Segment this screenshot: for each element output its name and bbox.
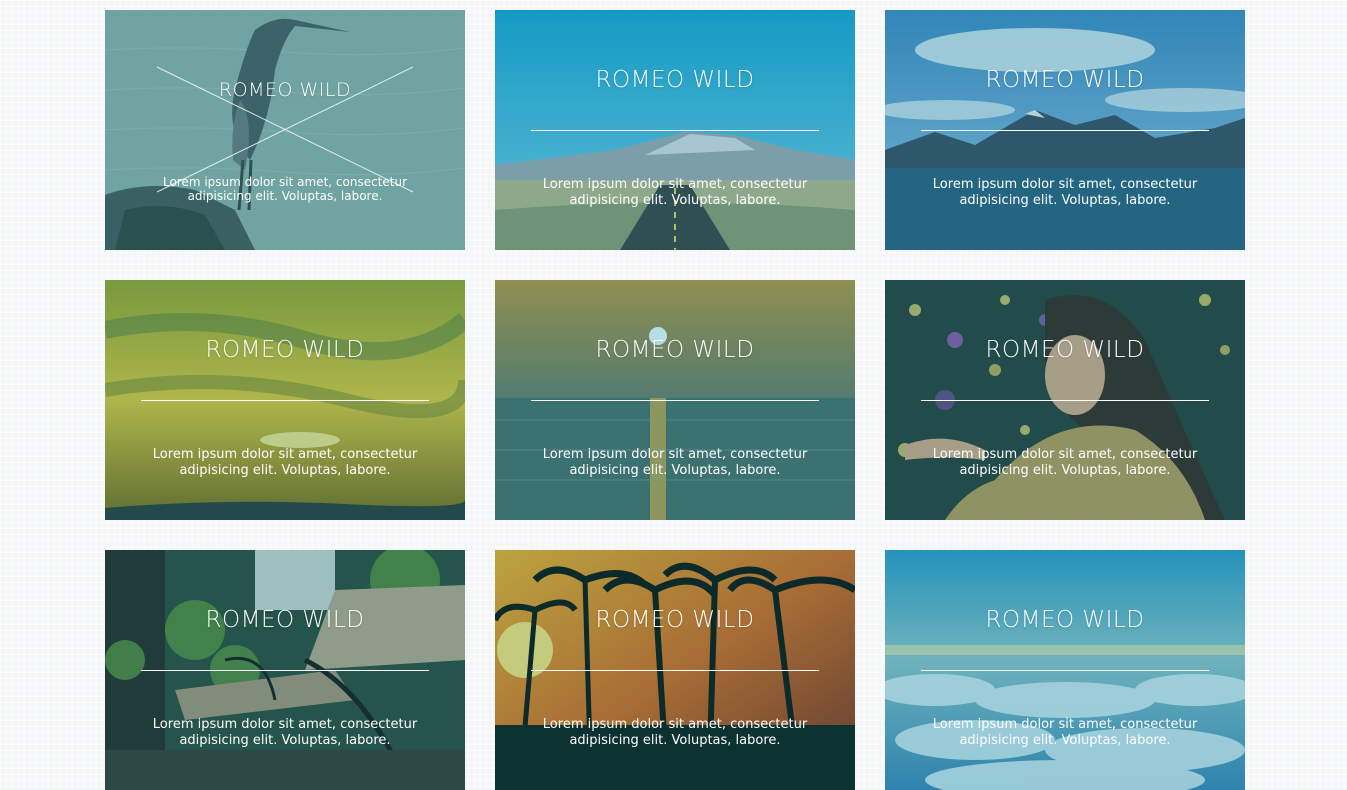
card-description: Lorem ipsum dolor sit amet, consectetur … — [542, 447, 808, 478]
card-title: ROMEO WILD — [985, 67, 1145, 93]
gallery-card-sea-sunset[interactable]: ROMEO WILD Lorem ipsum dolor sit amet, c… — [495, 280, 855, 520]
divider — [921, 400, 1209, 401]
card-description: Lorem ipsum dolor sit amet, consectetur … — [932, 447, 1198, 478]
gallery-card-golden-sky[interactable]: ROMEO WILD Lorem ipsum dolor sit amet, c… — [105, 280, 465, 520]
gallery-card-palm-sunset[interactable]: ROMEO WILD Lorem ipsum dolor sit amet, c… — [495, 550, 855, 790]
card-description: Lorem ipsum dolor sit amet, consectetur … — [932, 177, 1198, 208]
overlay-tint — [105, 10, 465, 250]
card-title: ROMEO WILD — [985, 337, 1145, 363]
card-description: Lorem ipsum dolor sit amet, consectetur … — [162, 175, 408, 203]
divider — [141, 670, 429, 671]
card-description: Lorem ipsum dolor sit amet, consectetur … — [152, 447, 418, 478]
gallery-card-woman[interactable]: ROMEO WILD Lorem ipsum dolor sit amet, c… — [885, 280, 1245, 520]
card-title: ROMEO WILD — [595, 67, 755, 93]
gallery-card-bench[interactable]: ROMEO WILD Lorem ipsum dolor sit amet, c… — [105, 550, 465, 790]
card-title: ROMEO WILD — [595, 337, 755, 363]
card-description: Lorem ipsum dolor sit amet, consectetur … — [542, 177, 808, 208]
gallery-card-clouds[interactable]: ROMEO WILD Lorem ipsum dolor sit amet, c… — [885, 550, 1245, 790]
gallery-card-heron[interactable]: ROMEO WILD Lorem ipsum dolor sit amet, c… — [105, 10, 465, 250]
divider — [141, 400, 429, 401]
card-title: ROMEO WILD — [985, 607, 1145, 633]
divider — [531, 400, 819, 401]
divider — [921, 670, 1209, 671]
card-description: Lorem ipsum dolor sit amet, consectetur … — [152, 717, 418, 748]
card-title: ROMEO WILD — [595, 607, 755, 633]
card-title: ROMEO WILD — [205, 337, 365, 363]
divider — [921, 130, 1209, 131]
card-title: ROMEO WILD — [218, 79, 352, 101]
card-description: Lorem ipsum dolor sit amet, consectetur … — [542, 717, 808, 748]
card-title: ROMEO WILD — [205, 607, 365, 633]
gallery-card-desert-road[interactable]: ROMEO WILD Lorem ipsum dolor sit amet, c… — [495, 10, 855, 250]
divider — [531, 670, 819, 671]
gallery-card-mountain-lake[interactable]: ROMEO WILD Lorem ipsum dolor sit amet, c… — [885, 10, 1245, 250]
card-description: Lorem ipsum dolor sit amet, consectetur … — [932, 717, 1198, 748]
divider — [531, 130, 819, 131]
